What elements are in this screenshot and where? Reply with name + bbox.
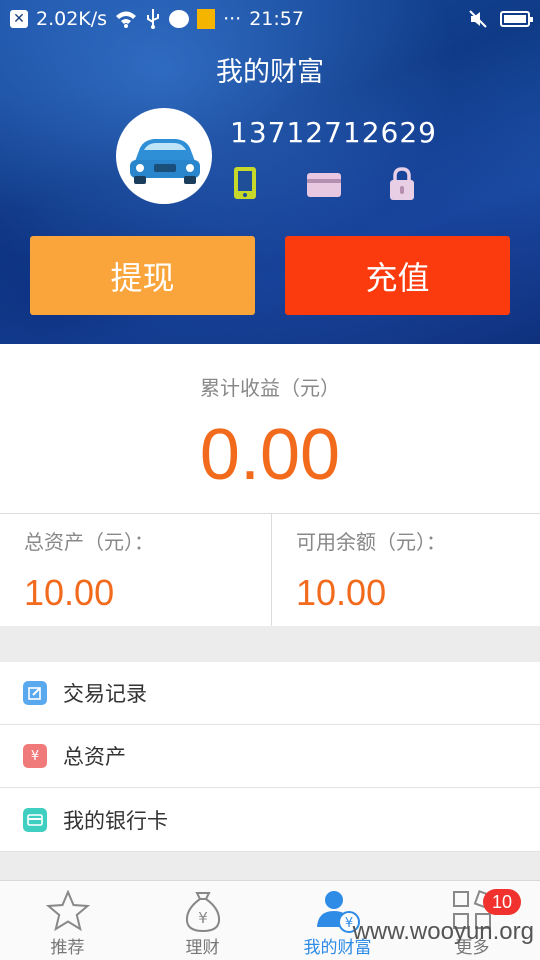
phone-number: 13712712629 bbox=[230, 116, 437, 149]
yen-icon: ¥ bbox=[23, 744, 47, 768]
usb-icon bbox=[145, 9, 161, 29]
earnings-label: 累计收益（元） bbox=[200, 376, 340, 400]
money-bag-icon: ¥ bbox=[183, 889, 223, 933]
tab-recommend[interactable]: 推荐 bbox=[0, 881, 135, 960]
available-balance-value: 10.00 bbox=[296, 572, 387, 613]
book-icon bbox=[197, 9, 216, 29]
mute-icon bbox=[468, 9, 488, 29]
total-assets-value: 10.00 bbox=[24, 572, 115, 613]
menu-item-transactions[interactable]: 交易记录 bbox=[0, 662, 540, 725]
close-notification-icon: ✕ bbox=[10, 10, 28, 28]
cat-icon bbox=[169, 10, 190, 28]
battery-icon bbox=[500, 11, 533, 27]
tab-finance[interactable]: ¥ 理财 bbox=[135, 881, 270, 960]
status-bar: ✕ 2.02K/s ··· 21:57 bbox=[0, 0, 540, 38]
header-banner: 我的财富 13712712629 提现 充值 bbox=[0, 0, 540, 344]
menu-item-label: 总资产 bbox=[63, 745, 126, 769]
edit-icon bbox=[23, 681, 47, 705]
notification-badge: 10 bbox=[483, 889, 521, 915]
card-icon bbox=[23, 807, 47, 832]
tab-label: 理财 bbox=[185, 938, 220, 958]
menu-item-label: 我的银行卡 bbox=[63, 808, 168, 833]
available-balance-cell: 可用余额（元）： 10.00 bbox=[271, 514, 540, 626]
page-title: 我的财富 bbox=[216, 57, 324, 88]
wifi-icon bbox=[115, 10, 137, 28]
svg-text:¥: ¥ bbox=[344, 916, 352, 931]
status-time: 21:57 bbox=[249, 8, 304, 30]
menu-item-label: 交易记录 bbox=[63, 682, 147, 706]
menu-item-bank-cards[interactable]: 我的银行卡 bbox=[0, 788, 540, 852]
earnings-value: 0.00 bbox=[199, 415, 341, 495]
svg-text:¥: ¥ bbox=[198, 909, 208, 927]
balances-panel: 总资产（元）： 10.00 可用余额（元）： 10.00 bbox=[0, 514, 540, 626]
watermark: www.wooyun.org bbox=[352, 918, 534, 945]
earnings-panel: 累计收益（元） 0.00 bbox=[0, 344, 540, 514]
phone-icon[interactable] bbox=[232, 166, 258, 204]
menu-item-total-assets[interactable]: ¥ 总资产 bbox=[0, 725, 540, 788]
card-icon[interactable] bbox=[306, 172, 342, 202]
car-icon bbox=[130, 139, 200, 184]
network-speed: 2.02K/s bbox=[36, 8, 108, 30]
star-icon bbox=[45, 889, 90, 933]
lock-icon[interactable] bbox=[388, 166, 416, 206]
total-assets-label: 总资产（元）： bbox=[24, 530, 154, 554]
total-assets-cell: 总资产（元）： 10.00 bbox=[0, 514, 270, 626]
tab-label: 推荐 bbox=[50, 938, 85, 958]
available-balance-label: 可用余额（元）： bbox=[296, 530, 446, 554]
withdraw-button[interactable]: 提现 bbox=[30, 236, 255, 315]
avatar[interactable] bbox=[116, 108, 212, 204]
menu-list: 交易记录 ¥ 总资产 我的银行卡 bbox=[0, 662, 540, 852]
recharge-button[interactable]: 充值 bbox=[285, 236, 510, 315]
more-notifications-icon: ··· bbox=[223, 8, 242, 30]
